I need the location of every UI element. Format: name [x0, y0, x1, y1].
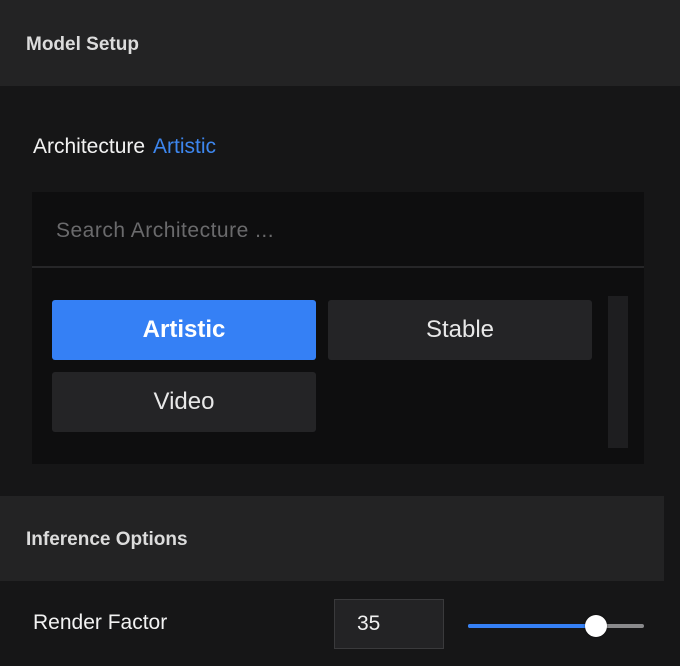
- render-factor-input[interactable]: [334, 599, 444, 649]
- architecture-row: Architecture Artistic: [33, 135, 216, 159]
- render-factor-label: Render Factor: [33, 611, 168, 634]
- slider-fill: [468, 624, 597, 628]
- architecture-option-stable[interactable]: Stable: [328, 300, 592, 360]
- model-setup-title: Model Setup: [26, 34, 139, 55]
- render-factor-slider[interactable]: [468, 615, 644, 637]
- architecture-search: [32, 192, 644, 268]
- architecture-label: Architecture: [33, 135, 146, 158]
- model-setup-header[interactable]: Model Setup: [0, 0, 680, 86]
- architecture-option-video[interactable]: Video: [52, 372, 316, 432]
- inference-options-title: Inference Options: [26, 529, 188, 550]
- architecture-current-value: Artistic: [153, 135, 217, 158]
- options-scrollbar[interactable]: [608, 296, 628, 448]
- architecture-search-input[interactable]: [54, 212, 618, 250]
- architecture-option-artistic[interactable]: Artistic: [52, 300, 316, 360]
- architecture-picker: Artistic Stable Video: [32, 192, 644, 464]
- inference-options-header[interactable]: Inference Options: [0, 496, 664, 581]
- slider-thumb[interactable]: [585, 615, 608, 637]
